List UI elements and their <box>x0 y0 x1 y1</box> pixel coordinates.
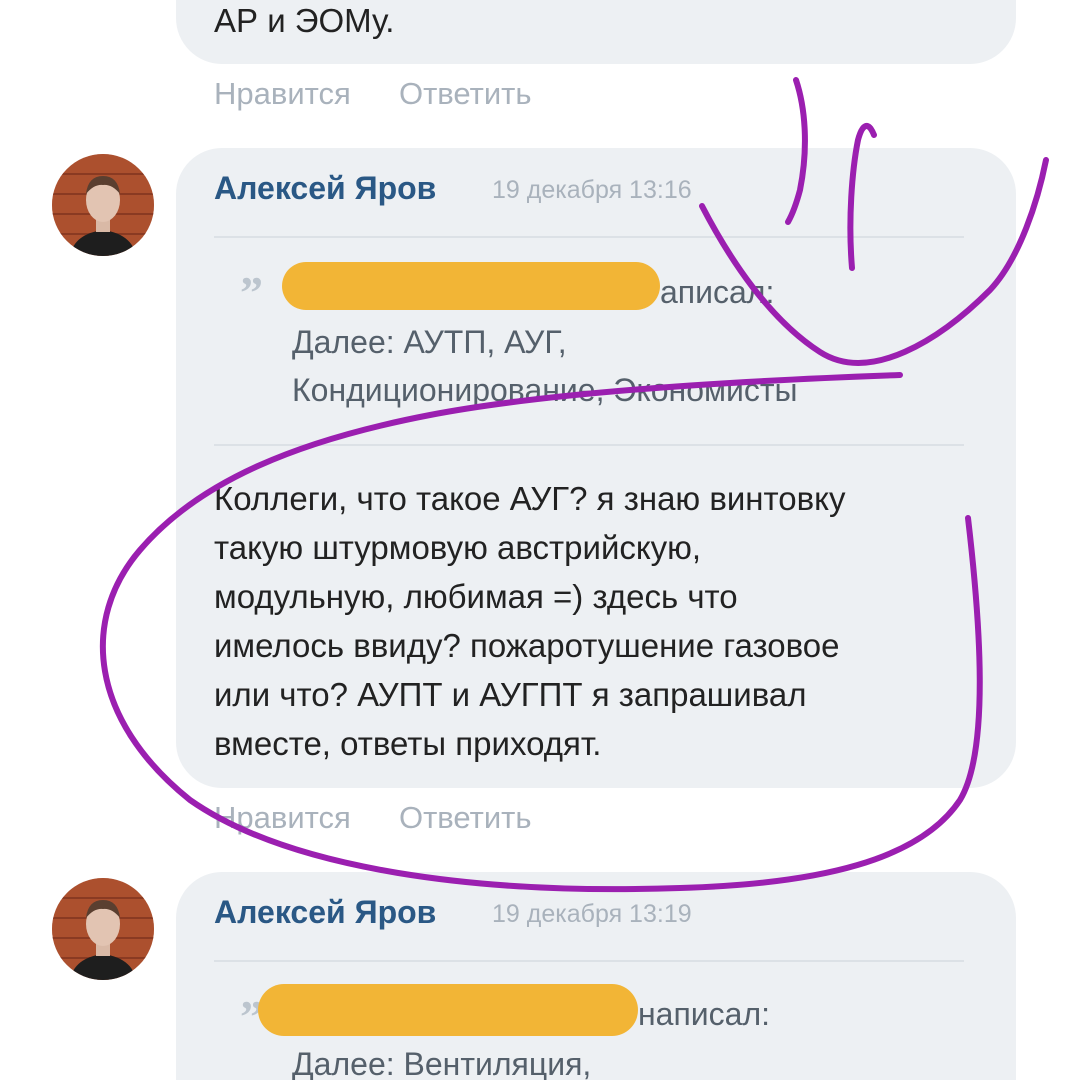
comment-date[interactable]: 19 декабря 13:19 <box>492 900 692 929</box>
comment-date[interactable]: 19 декабря 13:16 <box>492 176 692 205</box>
like-button[interactable]: Нравится <box>214 800 351 836</box>
comment-text: Коллеги, что такое АУГ? я знаю винтовку … <box>214 480 846 762</box>
reply-button[interactable]: Ответить <box>399 76 532 112</box>
like-button[interactable]: Нравится <box>214 76 351 112</box>
avatar[interactable] <box>52 878 154 980</box>
comment-author-link[interactable]: Алексей Яров <box>214 894 436 931</box>
redacted-quote-author <box>282 262 660 310</box>
quote-divider-top <box>214 960 964 962</box>
redacted-quote-author <box>258 984 638 1036</box>
quote-text: Далее: АУТП, АУГ, Кондиционирование, Эко… <box>292 324 798 408</box>
avatar[interactable] <box>52 154 154 256</box>
quote-mark-icon: ” <box>240 267 263 318</box>
comment-author-link[interactable]: Алексей Яров <box>214 170 436 207</box>
quote-author-suffix: аписал: <box>660 274 775 310</box>
previous-comment-text: АР и ЭОМу. <box>214 2 395 39</box>
reply-button[interactable]: Ответить <box>399 800 532 836</box>
comments-thread: АР и ЭОМу. Нравится Ответить Алексей Яро… <box>0 0 1080 1080</box>
user-photo-icon <box>52 878 154 980</box>
quote-author-suffix: написал: <box>638 996 771 1032</box>
user-photo-icon <box>52 154 154 256</box>
quote-divider-top <box>214 236 964 238</box>
quote-text: Далее: Вентиляция, <box>292 1046 592 1080</box>
quote-divider-bottom <box>214 444 964 446</box>
